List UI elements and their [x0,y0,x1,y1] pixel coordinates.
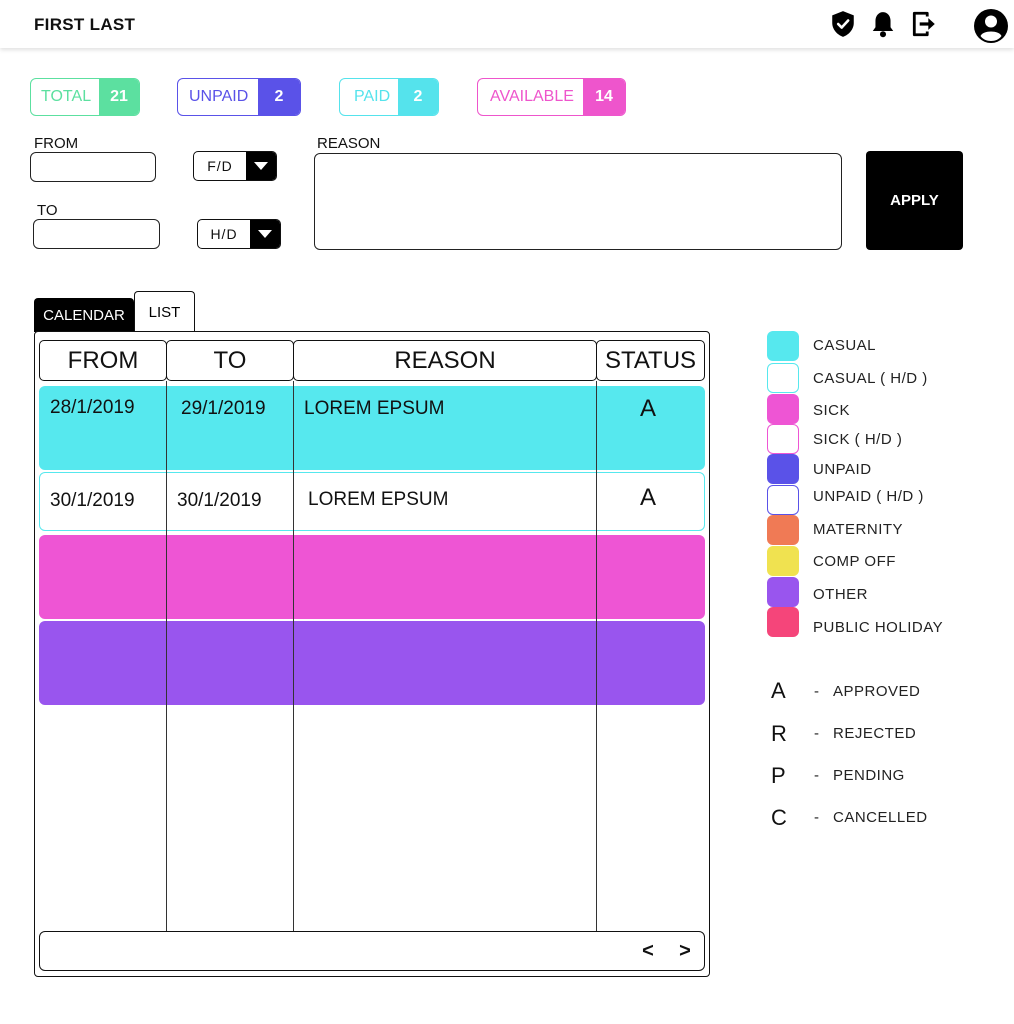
cell-to: 30/1/2019 [177,490,262,511]
from-date-input[interactable] [30,152,156,182]
logout-icon[interactable] [911,10,937,38]
legend-swatch-maternity [767,515,799,545]
status-key-letter: R [771,721,787,746]
total-badge-count: 21 [99,79,139,115]
status-key-letter: C [771,805,787,830]
available-badge-count: 14 [583,79,625,115]
unpaid-badge-label: UNPAID [189,88,249,105]
legend-swatch-other [767,577,799,607]
cell-status: A [639,484,656,511]
legend-swatch-casual-hd [767,363,799,393]
to-date-input[interactable] [33,219,160,249]
table-row[interactable] [39,621,705,705]
header-to: TO [166,340,294,381]
reason-textarea[interactable] [314,153,842,250]
status-key-letter: A [771,678,786,703]
apply-button[interactable]: APPLY [866,151,963,250]
unpaid-badge: UNPAID 2 [177,78,301,116]
header-from: FROM [39,340,167,381]
status-key-label: REJECTED [833,725,917,742]
user-account-icon[interactable] [973,8,1009,44]
header-reason: REASON [293,340,597,381]
header-status: STATUS [596,340,705,381]
tab-calendar[interactable]: CALENDAR [34,298,134,332]
cell-reason: LOREM EPSUM [308,489,449,510]
to-duration-value: H/D [210,226,238,242]
legend-swatch-public-holiday [767,607,799,637]
legend-label: SICK ( H/D ) [813,431,903,448]
chevron-down-icon[interactable] [250,220,280,248]
legend-swatch-unpaid-hd [767,485,799,515]
cell-from: 28/1/2019 [50,397,135,418]
legend-label: UNPAID [813,461,872,478]
legend-label: SICK [813,402,851,419]
shield-icon[interactable] [830,10,856,38]
chevron-down-icon[interactable] [246,152,276,180]
available-badge: AVAILABLE 14 [477,78,626,116]
status-key-dash: - [814,767,819,784]
next-page-button[interactable]: > [675,940,695,963]
column-divider [596,381,597,931]
top-bar: FIRST LAST [0,0,1014,48]
from-duration-select[interactable]: F/D [193,151,277,181]
cell-reason: LOREM EPSUM [304,398,445,419]
table-row[interactable] [39,535,705,619]
bell-icon[interactable] [870,10,896,38]
paid-badge-count: 2 [398,79,438,115]
to-label: TO [37,202,58,219]
legend-swatch-comp-off [767,546,799,576]
legend-swatch-unpaid [767,454,799,484]
status-key-dash: - [814,683,819,700]
to-duration-select[interactable]: H/D [197,219,281,249]
cell-from: 30/1/2019 [50,490,135,511]
legend-label: CASUAL [813,337,877,354]
reason-label: REASON [317,135,381,152]
legend-swatch-casual [767,331,799,361]
status-key-label: APPROVED [833,683,921,700]
column-divider [293,381,294,931]
from-duration-value: F/D [207,158,233,174]
status-key-dash: - [814,725,819,742]
legend-label: UNPAID ( H/D ) [813,488,924,505]
legend-label: COMP OFF [813,553,896,570]
legend-label: MATERNITY [813,521,904,538]
user-name: FIRST LAST [34,15,136,34]
available-badge-label: AVAILABLE [490,88,574,105]
paid-badge: PAID 2 [339,78,439,116]
prev-page-button[interactable]: < [638,940,658,963]
table-pager: < > [39,931,705,971]
status-key-dash: - [814,809,819,826]
unpaid-badge-count: 2 [258,79,300,115]
cell-to: 29/1/2019 [181,398,266,419]
status-key-label: PENDING [833,767,905,784]
paid-badge-label: PAID [354,88,391,105]
legend-swatch-sick [767,394,799,424]
legend-label: CASUAL ( H/D ) [813,370,928,387]
total-badge: TOTAL 21 [30,78,140,116]
legend-label: OTHER [813,586,868,603]
status-key-letter: P [771,763,786,788]
cell-status: A [639,395,656,422]
legend-label: PUBLIC HOLIDAY [813,619,944,636]
legend-swatch-sick-hd [767,424,799,454]
tab-list[interactable]: LIST [134,291,195,332]
column-divider [166,381,167,931]
from-label: FROM [34,135,79,152]
status-key-label: CANCELLED [833,809,928,826]
total-badge-label: TOTAL [41,88,92,105]
